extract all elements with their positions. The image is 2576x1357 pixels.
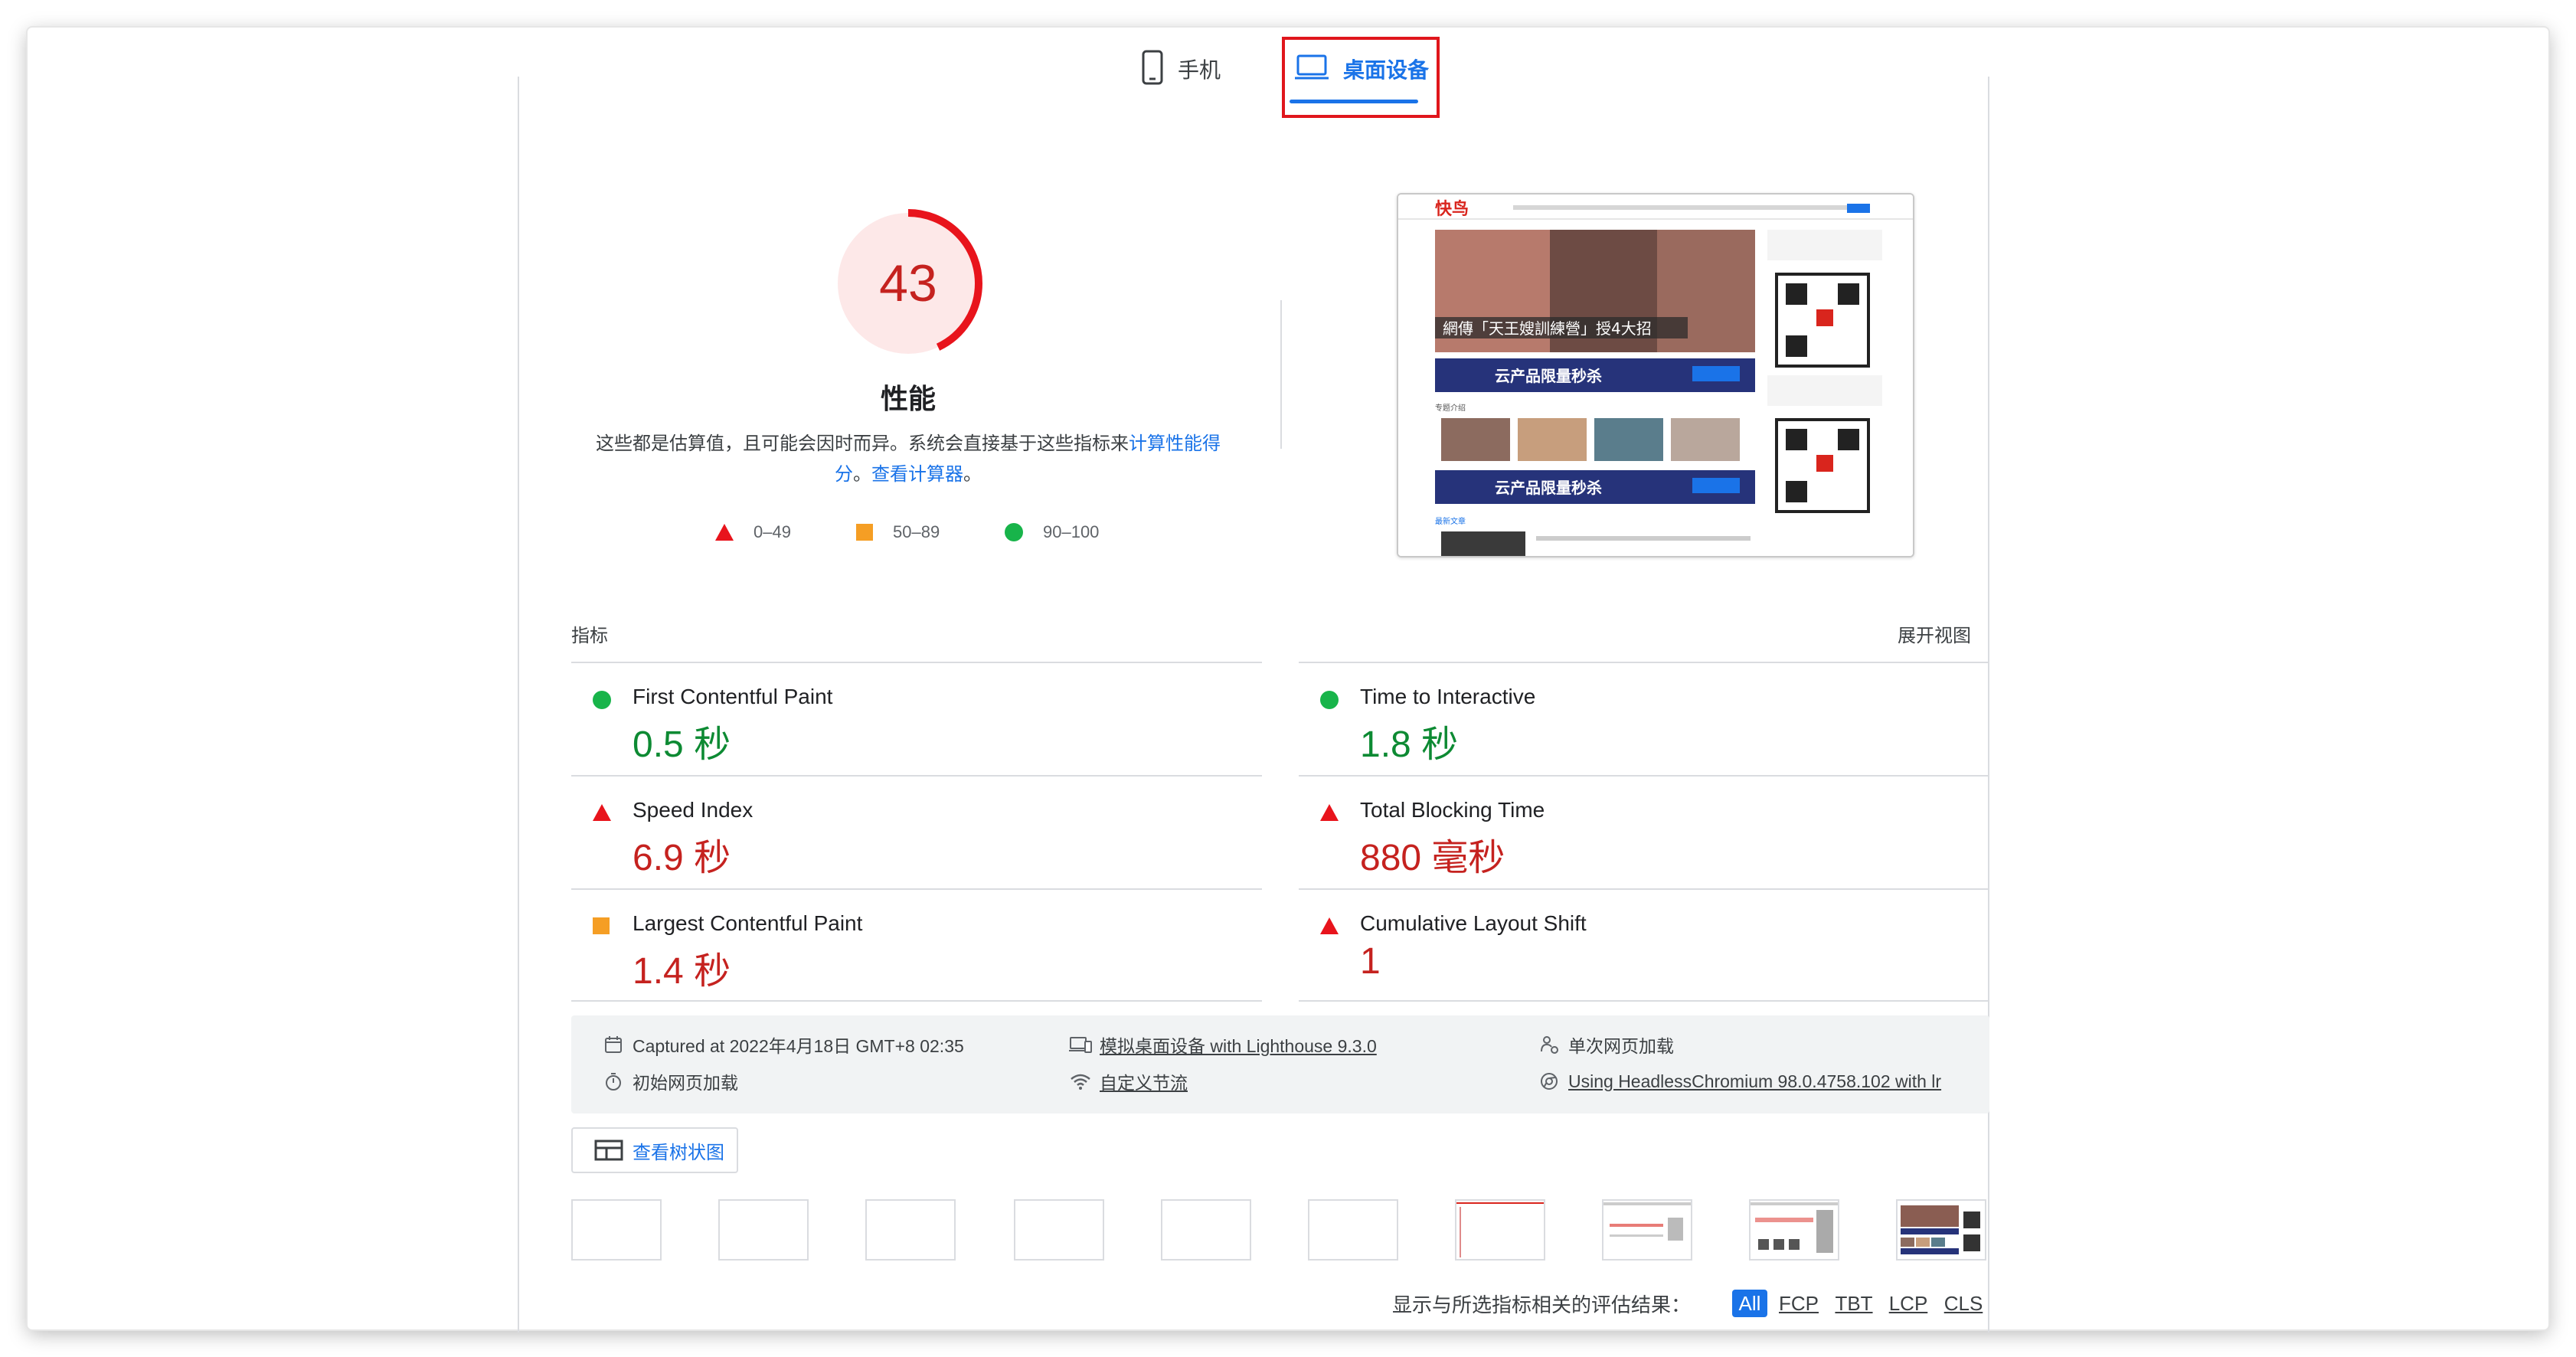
metric-speed-index: Speed Index 6.9 秒: [571, 777, 1260, 890]
svg-text:網傳「天王嫂訓練營」授4大招: 網傳「天王嫂訓練營」授4大招: [1443, 319, 1652, 338]
legend-fail: 0–49: [715, 521, 791, 544]
filmstrip-frame: [1896, 1199, 1986, 1261]
metric-name: Speed Index: [633, 798, 754, 822]
person-icon: [1538, 1033, 1561, 1056]
filmstrip-frame: [1014, 1199, 1104, 1261]
runtime-single-load: 单次网页加载: [1538, 1031, 1674, 1058]
legend-average: 50–89: [856, 521, 940, 544]
metric-value: 6.9 秒: [633, 838, 731, 878]
view-treemap-button[interactable]: 查看树状图: [571, 1127, 738, 1173]
green-circle-icon: [1320, 691, 1339, 709]
filter-cls[interactable]: CLS: [1940, 1290, 1986, 1317]
filmstrip-frame: [1455, 1199, 1545, 1261]
runtime-browser-text: Using HeadlessChromium 98.0.4758.102 wit…: [1568, 1071, 1942, 1091]
filmstrip-frame: [1749, 1199, 1839, 1261]
svg-text:专题介绍: 专题介绍: [1435, 403, 1466, 413]
description-end: 。: [963, 464, 982, 485]
legend-pass-label: 90–100: [1043, 522, 1100, 541]
metric-name: Total Blocking Time: [1360, 798, 1545, 822]
vertical-divider: [1280, 300, 1282, 449]
runtime-captured-text: Captured at 2022年4月18日 GMT+8 02:35: [633, 1036, 964, 1056]
tab-mobile-label: 手机: [1178, 58, 1221, 82]
filter-tbt[interactable]: TBT: [1832, 1290, 1876, 1317]
metric-time-to-interactive: Time to Interactive 1.8 秒: [1299, 663, 1988, 777]
highlight-annotation-box: [1282, 37, 1440, 118]
metric-value: 1.8 秒: [1360, 724, 1459, 765]
runtime-throttling-text: 自定义节流: [1100, 1073, 1188, 1093]
calendar-icon: [602, 1033, 625, 1056]
green-circle-icon: [593, 691, 611, 709]
runtime-emulation[interactable]: 模拟桌面设备 with Lighthouse 9.3.0: [1069, 1031, 1377, 1058]
metric-first-contentful-paint: First Contentful Paint 0.5 秒: [571, 663, 1260, 777]
filmstrip-frame: [718, 1199, 809, 1261]
metric-name: Cumulative Layout Shift: [1360, 911, 1587, 935]
metric-value: 1: [1360, 941, 1381, 982]
devices-icon: [1069, 1033, 1092, 1056]
legend-fail-label: 0–49: [754, 522, 791, 541]
orange-square-icon: [856, 524, 873, 541]
metric-value: 1.4 秒: [633, 951, 731, 992]
red-triangle-icon: [593, 804, 611, 821]
stopwatch-icon: [602, 1070, 625, 1093]
red-triangle-icon: [715, 524, 734, 541]
green-circle-icon: [1005, 523, 1023, 541]
svg-text:最新文章: 最新文章: [1435, 516, 1466, 526]
legend-pass: 90–100: [1005, 521, 1099, 544]
chrome-icon: [1538, 1070, 1561, 1093]
metric-total-blocking-time: Total Blocking Time 880 毫秒: [1299, 777, 1988, 890]
metric-value: 880 毫秒: [1360, 838, 1505, 878]
filter-label: 显示与所选指标相关的评估结果：: [1392, 1293, 1692, 1316]
description-separator: 。: [853, 464, 871, 485]
metric-name: Time to Interactive: [1360, 685, 1536, 708]
svg-text:云产品限量秒杀: 云产品限量秒杀: [1495, 479, 1602, 497]
runtime-throttling[interactable]: 自定义节流: [1069, 1068, 1188, 1095]
view-treemap-label: 查看树状图: [633, 1142, 724, 1163]
red-triangle-icon: [1320, 804, 1339, 821]
phone-icon: [1141, 50, 1164, 89]
red-triangle-icon: [1320, 917, 1339, 934]
filter-all[interactable]: All: [1732, 1290, 1767, 1317]
metric-cumulative-layout-shift: Cumulative Layout Shift 1: [1299, 890, 1988, 1003]
filmstrip-frame: [865, 1199, 956, 1261]
filmstrip-frame: [571, 1199, 662, 1261]
metrics-heading: 指标: [571, 626, 608, 646]
runtime-emulation-text: 模拟桌面设备 with Lighthouse 9.3.0: [1100, 1036, 1377, 1056]
svg-text:云产品限量秒杀: 云产品限量秒杀: [1495, 367, 1602, 385]
filmstrip-frame: [1602, 1199, 1692, 1261]
runtime-single-load-text: 单次网页加载: [1568, 1036, 1674, 1056]
expand-view-toggle[interactable]: 展开视图: [1898, 620, 1971, 647]
metric-name: First Contentful Paint: [633, 685, 833, 708]
runtime-captured: Captured at 2022年4月18日 GMT+8 02:35: [602, 1031, 964, 1058]
final-screenshot[interactable]: 快鸟 網傳「天王嫂訓練營」授4大招 云产品限量秒杀 专题介绍 云产品限量秒杀 最…: [1397, 193, 1914, 558]
wifi-icon: [1069, 1070, 1092, 1093]
runtime-initial-load: 初始网页加载: [602, 1068, 738, 1095]
runtime-initial-load-text: 初始网页加载: [633, 1073, 738, 1093]
legend-average-label: 50–89: [893, 522, 940, 541]
metric-name: Largest Contentful Paint: [633, 911, 863, 935]
filter-lcp[interactable]: LCP: [1885, 1290, 1931, 1317]
treemap-icon: [594, 1140, 623, 1161]
metric-value: 0.5 秒: [633, 724, 731, 765]
screenshot-image: 快鸟 網傳「天王嫂訓練營」授4大招 云产品限量秒杀 专题介绍 云产品限量秒杀 最…: [1398, 195, 1913, 556]
orange-square-icon: [593, 917, 610, 934]
svg-text:快鸟: 快鸟: [1435, 199, 1469, 219]
performance-score: 43: [879, 254, 937, 312]
tab-mobile[interactable]: 手机: [1141, 38, 1221, 100]
metric-largest-contentful-paint: Largest Contentful Paint 1.4 秒: [571, 890, 1260, 1003]
filmstrip-frame: [1308, 1199, 1398, 1261]
runtime-browser[interactable]: Using HeadlessChromium 98.0.4758.102 wit…: [1538, 1068, 1941, 1095]
gauge-description: 这些都是估算值，且可能会因时而异。系统会直接基于这些指标来计算性能得分。查看计算…: [590, 429, 1227, 490]
filter-fcp[interactable]: FCP: [1775, 1290, 1822, 1317]
calculator-link[interactable]: 查看计算器: [871, 464, 963, 485]
filmstrip-frame: [1161, 1199, 1251, 1261]
filmstrip: [571, 1199, 1989, 1262]
description-text: 这些都是估算值，且可能会因时而异。系统会直接基于这些指标来: [596, 433, 1129, 454]
gauge-title: 性能: [880, 383, 936, 414]
